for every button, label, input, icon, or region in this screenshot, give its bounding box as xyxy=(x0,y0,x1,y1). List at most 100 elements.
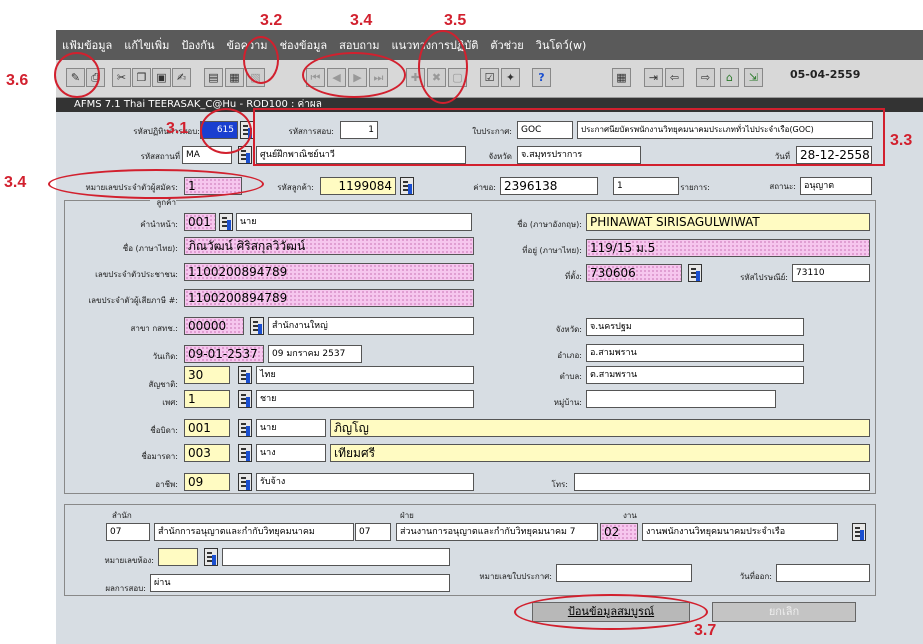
district-field[interactable]: อ.สามพราน xyxy=(586,344,804,362)
tax-id-field[interactable]: 1100200894789 xyxy=(184,289,474,307)
fee-label: ค่าขอ: xyxy=(473,183,496,192)
menu-bar: แฟ้มข้อมูล แก้ไขเพิ่ม ป้องกัน ข้อความ ช่… xyxy=(56,30,923,60)
dob-field[interactable]: 09-01-2537 xyxy=(184,345,264,363)
branch-lov-icon[interactable] xyxy=(250,317,264,335)
result-label: ผลการสอบ: xyxy=(105,584,146,593)
annotation-box-3-3 xyxy=(253,108,885,166)
menu-file[interactable]: แฟ้มข้อมูล xyxy=(62,36,112,54)
room-lov-icon[interactable] xyxy=(204,548,218,566)
name-en-field[interactable]: PHINAWAT SIRISAGULWIWAT xyxy=(586,213,870,231)
location-lov-icon[interactable] xyxy=(688,264,702,282)
prefix-lov-icon[interactable] xyxy=(219,213,233,231)
annotation-3-2: 3.2 xyxy=(260,12,283,29)
fee-field[interactable]: 2396138 xyxy=(500,177,598,195)
father-lov-icon[interactable] xyxy=(238,419,252,437)
work-lov-icon[interactable] xyxy=(852,523,866,541)
occupation-name-field[interactable]: รับจ้าง xyxy=(256,473,474,491)
issue-date-field[interactable] xyxy=(776,564,870,582)
annotation-3-7: 3.7 xyxy=(694,622,717,639)
location-code-field[interactable]: 730606 xyxy=(586,264,682,282)
room-name-field[interactable] xyxy=(222,548,450,566)
execute-query-icon[interactable]: ▦ xyxy=(225,68,244,87)
sex-code-field[interactable]: 1 xyxy=(184,390,230,408)
cert-no-label: หมายเลขใบประกาศ: xyxy=(479,572,552,581)
province-field[interactable]: จ.นครปฐม xyxy=(586,318,804,336)
pin-icon[interactable]: ✦ xyxy=(501,68,520,87)
subdistrict-field[interactable]: ต.สามพราน xyxy=(586,366,804,384)
sex-name-field[interactable]: ชาย xyxy=(256,390,474,408)
nationality-name-field[interactable]: ไทย xyxy=(256,366,474,384)
exit-door-icon[interactable]: ⇥ xyxy=(644,68,663,87)
father-name-field[interactable]: ภิญโญ xyxy=(330,419,870,437)
enter-query-icon[interactable]: ▤ xyxy=(204,68,223,87)
postal-label: รหัสไปรษณีย์: xyxy=(740,273,788,282)
paste-icon[interactable]: ▣ xyxy=(152,68,171,87)
item-field[interactable]: 1 xyxy=(613,177,679,195)
postal-field[interactable]: 73110 xyxy=(792,264,870,282)
forward-arrow-icon[interactable]: ⇨ xyxy=(696,68,715,87)
village-field[interactable] xyxy=(586,390,776,408)
menu-help[interactable]: ตัวช่วย xyxy=(490,36,523,54)
dept-code-field[interactable]: 07 xyxy=(355,523,391,541)
cert-no-field[interactable] xyxy=(556,564,692,582)
copy-icon[interactable]: ❐ xyxy=(132,68,151,87)
branch-code-field[interactable]: 00000 xyxy=(184,317,244,335)
toolbar-date: 05-04-2559 xyxy=(790,68,861,81)
village-label: หมู่บ้าน: xyxy=(553,398,582,407)
father-code-field[interactable]: 001 xyxy=(184,419,230,437)
nationality-code-field[interactable]: 30 xyxy=(184,366,230,384)
cancel-button[interactable]: ยกเลิก xyxy=(712,602,856,622)
menu-protect[interactable]: ป้องกัน xyxy=(181,36,214,54)
checklist-icon[interactable]: ☑ xyxy=(480,68,499,87)
logout-icon[interactable]: ⇲ xyxy=(744,68,763,87)
mother-name-field[interactable]: เทียมศรี xyxy=(330,444,870,462)
office-code-field[interactable]: 07 xyxy=(106,523,150,541)
nationality-lov-icon[interactable] xyxy=(238,366,252,384)
occupation-lov-icon[interactable] xyxy=(238,473,252,491)
mother-prefix-field[interactable]: นาง xyxy=(256,444,326,462)
occupation-label: อาชีพ: xyxy=(155,480,178,489)
cut-icon[interactable]: ✂ xyxy=(112,68,131,87)
name-th-field[interactable]: ภิณวัฒน์ ศิริสกุลวิวัฒน์ xyxy=(184,237,474,255)
office-name-field[interactable]: สำนักการอนุญาตและกำกับวิทยุคมนาคม xyxy=(154,523,354,541)
dept-name-field[interactable]: ส่วนงานการอนุญาตและกำกับวิทยุคมนาคม 7 xyxy=(396,523,598,541)
branch-name-field[interactable]: สำนักงานใหญ่ xyxy=(268,317,474,335)
menu-window[interactable]: วินโดว์(w) xyxy=(536,36,587,54)
customer-lov-icon[interactable] xyxy=(400,177,414,195)
customer-code-field[interactable]: 1199084 xyxy=(320,177,396,195)
back-arrow-icon[interactable]: ⇦ xyxy=(665,68,684,87)
grid-icon[interactable]: ▦ xyxy=(612,68,631,87)
help-icon[interactable]: ? xyxy=(532,68,551,87)
annotation-3-6: 3.6 xyxy=(6,72,29,89)
menu-edit[interactable]: แก้ไขเพิ่ม xyxy=(124,36,169,54)
annotation-circle-3-6 xyxy=(54,52,100,98)
menu-field[interactable]: ช่องข้อมูล xyxy=(280,36,328,54)
prefix-name-field[interactable]: นาย xyxy=(236,213,472,231)
father-prefix-field[interactable]: นาย xyxy=(256,419,326,437)
nationality-label: สัญชาติ: xyxy=(148,380,178,389)
work-name-field[interactable]: งานพนักงานวิทยุคมนาคมประจำเรือ xyxy=(642,523,838,541)
phone-field[interactable] xyxy=(574,473,870,491)
prefix-label: คำนำหน้า: xyxy=(140,220,178,229)
dob-text-field[interactable]: 09 มกราคม 2537 xyxy=(268,345,362,363)
annotation-ellipse-3-4-left xyxy=(48,169,264,199)
home-icon[interactable]: ⌂ xyxy=(720,68,739,87)
mother-code-field[interactable]: 003 xyxy=(184,444,230,462)
subdistrict-label: ตำบล: xyxy=(559,372,582,381)
sex-label: เพศ: xyxy=(162,398,178,407)
id-card-field[interactable]: 1100200894789 xyxy=(184,263,474,281)
mother-lov-icon[interactable] xyxy=(238,444,252,462)
sex-lov-icon[interactable] xyxy=(238,390,252,408)
edit-icon[interactable]: ✍ xyxy=(172,68,191,87)
occupation-code-field[interactable]: 09 xyxy=(184,473,230,491)
venue-label: รหัสสถานที่ xyxy=(140,152,180,161)
prefix-code-field[interactable]: 001 xyxy=(184,213,216,231)
address-field[interactable]: 119/15 ม.5 xyxy=(586,239,870,257)
district-label: อำเภอ: xyxy=(557,351,582,360)
father-label: ชื่อบิดา: xyxy=(150,426,178,435)
result-field[interactable]: ผ่าน xyxy=(150,574,450,592)
work-code-field[interactable]: 02 xyxy=(600,523,638,541)
status-field[interactable]: อนุญาต xyxy=(800,177,872,195)
room-code-field[interactable] xyxy=(158,548,198,566)
dept-label: ฝ่าย xyxy=(400,511,414,520)
